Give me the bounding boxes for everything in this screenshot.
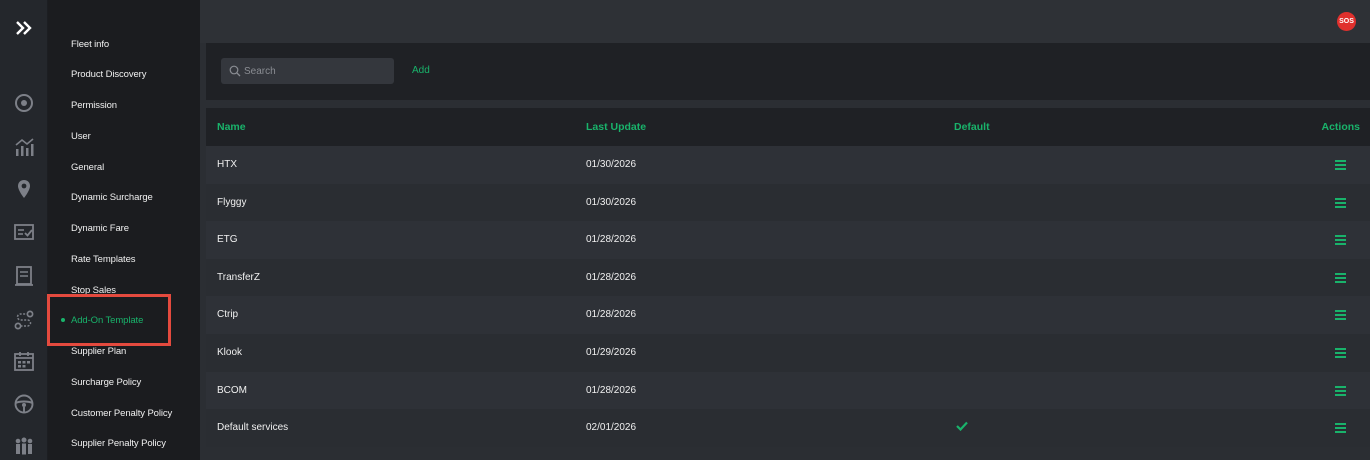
submenu-item-dynamic-fare[interactable]: Dynamic Fare xyxy=(71,223,129,234)
submenu-item-dynamic-surcharge[interactable]: Dynamic Surcharge xyxy=(71,192,153,203)
table-row[interactable]: Default services 02/01/2026 xyxy=(206,409,1370,447)
cell-name: Klook xyxy=(217,346,243,358)
location-pin-icon[interactable] xyxy=(12,177,36,201)
row-actions-menu-icon[interactable] xyxy=(1335,272,1346,283)
cell-name: Default services xyxy=(217,422,289,434)
search-input[interactable] xyxy=(244,58,389,84)
table-row[interactable]: ETG 01/28/2026 xyxy=(206,221,1370,259)
cell-name: Ctrip xyxy=(217,309,239,321)
people-icon[interactable] xyxy=(12,434,36,458)
column-header-default[interactable]: Default xyxy=(954,121,990,133)
cell-name: Flyggy xyxy=(217,196,247,208)
search-icon xyxy=(229,65,241,77)
row-actions-menu-icon[interactable] xyxy=(1335,385,1346,396)
column-header-name[interactable]: Name xyxy=(217,121,246,133)
expand-icon[interactable] xyxy=(14,18,34,38)
table-row[interactable]: TransferZ 01/28/2026 xyxy=(206,258,1370,297)
table-row[interactable]: Flyggy 01/30/2026 xyxy=(206,183,1370,222)
row-actions-menu-icon[interactable] xyxy=(1335,197,1346,208)
toolbar: Add xyxy=(206,43,1370,100)
search-box[interactable] xyxy=(221,58,394,84)
submenu-item-user[interactable]: User xyxy=(71,131,91,142)
submenu-item-customer-penalty-policy[interactable]: Customer Penalty Policy xyxy=(71,408,172,419)
sos-button[interactable]: SOS xyxy=(1337,12,1356,31)
cell-name: TransferZ xyxy=(217,271,260,283)
table-row[interactable]: Ctrip 01/28/2026 xyxy=(206,296,1370,334)
cell-last-update: 01/28/2026 xyxy=(586,234,637,246)
row-actions-menu-icon[interactable] xyxy=(1335,235,1346,246)
top-bar: SOS xyxy=(200,0,1370,43)
submenu-item-rate-templates[interactable]: Rate Templates xyxy=(71,254,136,265)
cell-last-update: 01/30/2026 xyxy=(586,159,637,170)
column-header-actions: Actions xyxy=(1321,121,1360,133)
table-row[interactable]: Klook 01/29/2026 xyxy=(206,333,1370,372)
submenu-item-permission[interactable]: Permission xyxy=(71,100,117,111)
steering-wheel-icon[interactable] xyxy=(12,392,36,416)
route-icon[interactable] xyxy=(12,308,36,332)
analytics-icon[interactable] xyxy=(12,135,36,159)
target-icon[interactable] xyxy=(12,91,36,115)
cell-last-update: 01/28/2026 xyxy=(586,271,637,283)
table-row[interactable]: BCOM 01/28/2026 xyxy=(206,371,1370,410)
cell-name: ETG xyxy=(217,234,238,246)
cell-last-update: 01/28/2026 xyxy=(586,384,637,396)
row-actions-menu-icon[interactable] xyxy=(1335,347,1346,358)
table-row[interactable]: HTX 01/30/2026 xyxy=(206,146,1370,184)
submenu-item-fleet-info[interactable]: Fleet info xyxy=(71,39,109,50)
document-icon[interactable] xyxy=(12,264,36,288)
submenu-item-supplier-penalty-policy[interactable]: Supplier Penalty Policy xyxy=(71,438,166,449)
checklist-icon[interactable] xyxy=(12,220,36,244)
row-actions-menu-icon[interactable] xyxy=(1335,160,1346,170)
row-actions-menu-icon[interactable] xyxy=(1335,310,1346,321)
add-on-template-table: Name Last Update Default Actions HTX 01/3… xyxy=(206,108,1370,447)
cell-name: BCOM xyxy=(217,384,247,396)
submenu-item-product-discovery[interactable]: Product Discovery xyxy=(71,69,146,80)
cell-last-update: 01/28/2026 xyxy=(586,309,637,321)
default-check-icon xyxy=(956,421,968,432)
add-button[interactable]: Add xyxy=(412,65,430,76)
cell-last-update: 01/30/2026 xyxy=(586,196,637,208)
icon-rail xyxy=(0,0,48,460)
submenu-item-surcharge-policy[interactable]: Surcharge Policy xyxy=(71,377,141,388)
table-header: Name Last Update Default Actions xyxy=(206,108,1370,146)
column-header-last-update[interactable]: Last Update xyxy=(586,121,646,133)
cell-name: HTX xyxy=(217,159,237,170)
submenu-item-general[interactable]: General xyxy=(71,162,104,173)
row-actions-menu-icon[interactable] xyxy=(1335,423,1346,434)
cell-last-update: 02/01/2026 xyxy=(586,422,637,434)
calendar-icon[interactable] xyxy=(12,349,36,373)
highlight-annotation-box xyxy=(47,294,171,346)
cell-last-update: 01/29/2026 xyxy=(586,346,637,358)
settings-submenu: Fleet info Product Discovery Permission … xyxy=(48,0,200,460)
submenu-item-supplier-plan[interactable]: Supplier Plan xyxy=(71,346,126,357)
